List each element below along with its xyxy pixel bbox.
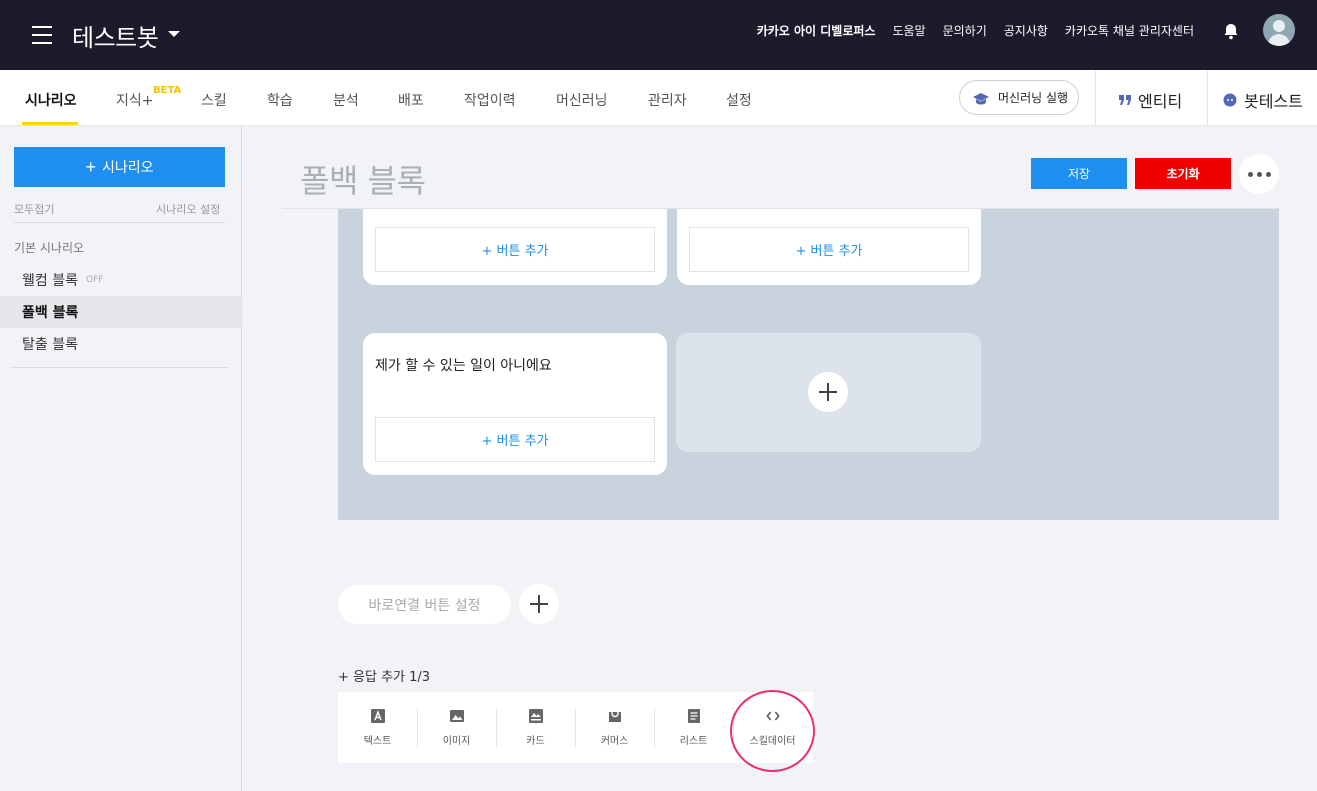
- add-button-button[interactable]: + 버튼 추가: [375, 227, 655, 272]
- response-type-label: 텍스트: [363, 736, 392, 747]
- response-type-card[interactable]: 카드: [496, 692, 575, 763]
- highlight-ring: [730, 690, 815, 772]
- add-button-button[interactable]: + 버튼 추가: [375, 417, 655, 462]
- response-type-text[interactable]: 텍스트: [338, 692, 417, 763]
- sidebar: + 시나리오 모두접기 시나리오 설정 기본 시나리오 웰컴 블록 OFF 폴백…: [0, 126, 242, 791]
- ml-run-label: 머신러닝 실행: [998, 91, 1069, 105]
- sidebar-item-fallback[interactable]: 폴백 블록: [0, 296, 241, 328]
- tab-settings[interactable]: 설정: [726, 90, 752, 110]
- chevron-down-icon[interactable]: [168, 31, 180, 37]
- response-type-list[interactable]: 리스트: [654, 692, 733, 763]
- bot-name[interactable]: 테스트봇: [72, 18, 159, 53]
- quote-icon: [1119, 95, 1131, 105]
- top-links: 카카오 아이 디벨로퍼스 도움말 문의하기 공지사항 카카오톡 채널 관리자센터: [757, 22, 1194, 39]
- divider: [10, 367, 228, 368]
- text-icon: [370, 709, 385, 723]
- add-card-slot[interactable]: [676, 333, 981, 452]
- link-inquiry[interactable]: 문의하기: [943, 22, 987, 39]
- bell-icon[interactable]: [1222, 22, 1240, 40]
- add-scenario-button[interactable]: + 시나리오: [14, 147, 225, 187]
- response-type-label: 이미지: [442, 736, 471, 747]
- add-scenario-label: 시나리오: [101, 159, 154, 175]
- card-icon: [528, 709, 543, 723]
- tab-knowledge[interactable]: 지식+: [116, 90, 154, 110]
- list-icon: [687, 709, 700, 723]
- sidebar-item-label: 폴백 블록: [22, 305, 79, 321]
- bot-test-label: 봇테스트: [1244, 92, 1303, 111]
- link-notice[interactable]: 공지사항: [1004, 22, 1048, 39]
- status-badge: OFF: [85, 275, 104, 285]
- quick-reply-settings-button[interactable]: 바로연결 버튼 설정: [338, 585, 511, 624]
- response-type-image[interactable]: 이미지: [417, 692, 496, 763]
- main-panel: 폴백 블록 저장 초기화 + 버튼 추가 + 버튼 추가 제가 할 수 있는 일…: [242, 126, 1317, 791]
- response-type-label: 커머스: [600, 736, 629, 747]
- link-developers[interactable]: 카카오 아이 디벨로퍼스: [757, 22, 876, 39]
- active-tab-indicator: [22, 122, 78, 125]
- entity-label: 엔티티: [1138, 92, 1183, 111]
- divider: [1095, 70, 1096, 126]
- avatar[interactable]: [1263, 14, 1295, 46]
- tab-history[interactable]: 작업이력: [464, 90, 516, 110]
- plus-icon[interactable]: [808, 372, 848, 412]
- tab-admin[interactable]: 관리자: [648, 90, 687, 110]
- response-type-label: 카드: [526, 736, 545, 747]
- plus-icon: +: [85, 157, 96, 177]
- divider: [1207, 70, 1208, 126]
- commerce-icon: [608, 712, 621, 722]
- reset-button[interactable]: 초기화: [1135, 158, 1231, 189]
- card-text[interactable]: 제가 할 수 있는 일이 아니에요: [375, 355, 552, 375]
- response-canvas: + 버튼 추가 + 버튼 추가 제가 할 수 있는 일이 아니에요 + 버튼 추…: [338, 209, 1279, 520]
- section-title[interactable]: 기본 시나리오: [14, 239, 84, 256]
- link-help[interactable]: 도움말: [892, 22, 925, 39]
- tab-machine-learning[interactable]: 머신러닝: [556, 90, 608, 110]
- menu-icon[interactable]: [32, 26, 52, 44]
- beta-badge: BETA: [153, 85, 182, 96]
- add-button-button[interactable]: + 버튼 추가: [689, 227, 969, 272]
- nav-bar: 시나리오 지식+ BETA 스킬 학습 분석 배포 작업이력 머신러닝 관리자 …: [0, 70, 1317, 126]
- add-quick-reply-button[interactable]: [519, 584, 559, 624]
- add-response-label: + 응답 추가 1/3: [338, 670, 431, 685]
- tab-deploy[interactable]: 배포: [398, 90, 424, 110]
- response-card: + 버튼 추가: [677, 209, 981, 285]
- sidebar-item-label: 웰컴 블록: [22, 273, 78, 289]
- response-type-label: 리스트: [679, 736, 708, 747]
- tab-analysis[interactable]: 분석: [333, 90, 359, 110]
- chat-bubble-icon: [1223, 93, 1237, 107]
- link-channel-admin[interactable]: 카카오톡 채널 관리자센터: [1065, 22, 1194, 39]
- sidebar-item-label: 탈출 블록: [22, 337, 78, 353]
- tab-skill[interactable]: 스킬: [201, 90, 227, 110]
- graduation-cap-icon: [973, 93, 989, 105]
- save-button[interactable]: 저장: [1031, 158, 1127, 189]
- image-icon: [449, 710, 464, 722]
- scenario-settings-link[interactable]: 시나리오 설정: [156, 201, 220, 217]
- divider: [14, 222, 225, 223]
- more-options-button[interactable]: [1239, 154, 1279, 194]
- text-card[interactable]: 제가 할 수 있는 일이 아니에요 + 버튼 추가: [363, 333, 667, 475]
- response-card: + 버튼 추가: [363, 209, 667, 285]
- sidebar-item-welcome[interactable]: 웰컴 블록 OFF: [0, 264, 241, 296]
- entity-button[interactable]: 엔티티: [1118, 88, 1182, 112]
- ml-run-button[interactable]: 머신러닝 실행: [959, 80, 1079, 115]
- tab-learning[interactable]: 학습: [267, 90, 293, 110]
- page-title: 폴백 블록: [300, 162, 426, 200]
- collapse-all-link[interactable]: 모두접기: [14, 201, 54, 217]
- top-bar: 테스트봇 카카오 아이 디벨로퍼스 도움말 문의하기 공지사항 카카오톡 채널 …: [0, 0, 1317, 70]
- tab-scenario[interactable]: 시나리오: [25, 90, 77, 110]
- response-type-commerce[interactable]: 커머스: [575, 692, 654, 763]
- bot-test-button[interactable]: 봇테스트: [1222, 88, 1303, 112]
- sidebar-item-exit[interactable]: 탈출 블록: [0, 328, 241, 360]
